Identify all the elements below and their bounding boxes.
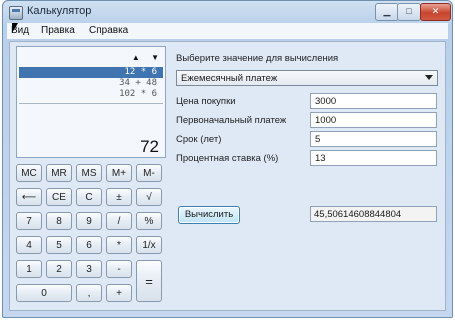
mouse-cursor-icon: [12, 23, 18, 33]
key-m-minus[interactable]: M-: [136, 164, 162, 182]
key-percent[interactable]: %: [136, 212, 162, 230]
calculator-body: ▲ ▼ 12 * 6 34 + 48 102 * 6 72 MC MR MS M…: [9, 41, 446, 311]
menu-bar: Вид Правка Справка: [7, 23, 448, 39]
history-divider: [19, 103, 163, 104]
key-7[interactable]: 7: [16, 212, 42, 230]
key-m-plus[interactable]: M+: [106, 164, 132, 182]
key-ms[interactable]: MS: [76, 164, 102, 182]
history-entry[interactable]: 12 * 6: [19, 67, 163, 78]
key-1[interactable]: 1: [16, 260, 42, 278]
close-button[interactable]: ✕: [420, 3, 451, 21]
interest-rate-field[interactable]: 13: [310, 150, 437, 166]
key-decimal[interactable]: ,: [76, 284, 102, 302]
select-label: Выберите значение для вычисления: [176, 53, 339, 64]
key-plus[interactable]: +: [106, 284, 132, 302]
minimize-button[interactable]: ▁: [375, 3, 399, 21]
window-title: Калькулятор: [27, 5, 92, 17]
term-label: Срок (лет): [176, 134, 222, 145]
key-3[interactable]: 3: [76, 260, 102, 278]
key-minus[interactable]: -: [106, 260, 132, 278]
result-field[interactable]: 45,50614608844804: [310, 206, 437, 222]
calculator-app-icon: [9, 6, 23, 20]
dropdown-arrow-icon: [425, 75, 433, 80]
key-equals[interactable]: =: [136, 260, 162, 302]
key-5[interactable]: 5: [46, 236, 72, 254]
display-value: 72: [140, 137, 159, 156]
calculation-type-value: Ежемесячный платеж: [181, 73, 278, 84]
purchase-price-label: Цена покупки: [176, 96, 236, 107]
calculator-window: Калькулятор ▁ □ ✕ Вид Правка Справка ▲ ▼…: [2, 0, 453, 318]
term-field[interactable]: 5: [310, 131, 437, 147]
key-0[interactable]: 0: [16, 284, 72, 302]
history-down-icon[interactable]: ▼: [151, 53, 159, 62]
history-entry[interactable]: 34 + 48: [19, 78, 163, 89]
key-sqrt[interactable]: √: [136, 188, 162, 206]
history-arrows: ▲ ▼: [123, 53, 159, 62]
key-9[interactable]: 9: [76, 212, 102, 230]
maximize-button[interactable]: □: [397, 3, 421, 21]
history-entry[interactable]: 102 * 6: [19, 89, 163, 100]
title-bar[interactable]: Калькулятор ▁ □ ✕: [3, 1, 452, 23]
key-6[interactable]: 6: [76, 236, 102, 254]
key-4[interactable]: 4: [16, 236, 42, 254]
menu-edit[interactable]: Правка: [41, 25, 75, 36]
calculate-button[interactable]: Вычислить: [178, 206, 240, 224]
down-payment-field[interactable]: 1000: [310, 112, 437, 128]
key-backspace[interactable]: ⟵: [16, 188, 42, 206]
calculation-type-select[interactable]: Ежемесячный платеж: [176, 70, 438, 86]
key-divide[interactable]: /: [106, 212, 132, 230]
key-mc[interactable]: MC: [16, 164, 42, 182]
key-c[interactable]: C: [76, 188, 102, 206]
interest-rate-label: Процентная ставка (%): [176, 153, 279, 164]
menu-help[interactable]: Справка: [89, 25, 128, 36]
key-plus-minus[interactable]: ±: [106, 188, 132, 206]
down-payment-label: Первоначальный платеж: [176, 115, 287, 126]
key-2[interactable]: 2: [46, 260, 72, 278]
key-reciprocal[interactable]: 1/x: [136, 236, 162, 254]
key-multiply[interactable]: *: [106, 236, 132, 254]
key-8[interactable]: 8: [46, 212, 72, 230]
key-ce[interactable]: CE: [46, 188, 72, 206]
purchase-price-field[interactable]: 3000: [310, 93, 437, 109]
history-up-icon[interactable]: ▲: [132, 53, 140, 62]
calculator-display: ▲ ▼ 12 * 6 34 + 48 102 * 6 72: [16, 46, 166, 158]
key-mr[interactable]: MR: [46, 164, 72, 182]
